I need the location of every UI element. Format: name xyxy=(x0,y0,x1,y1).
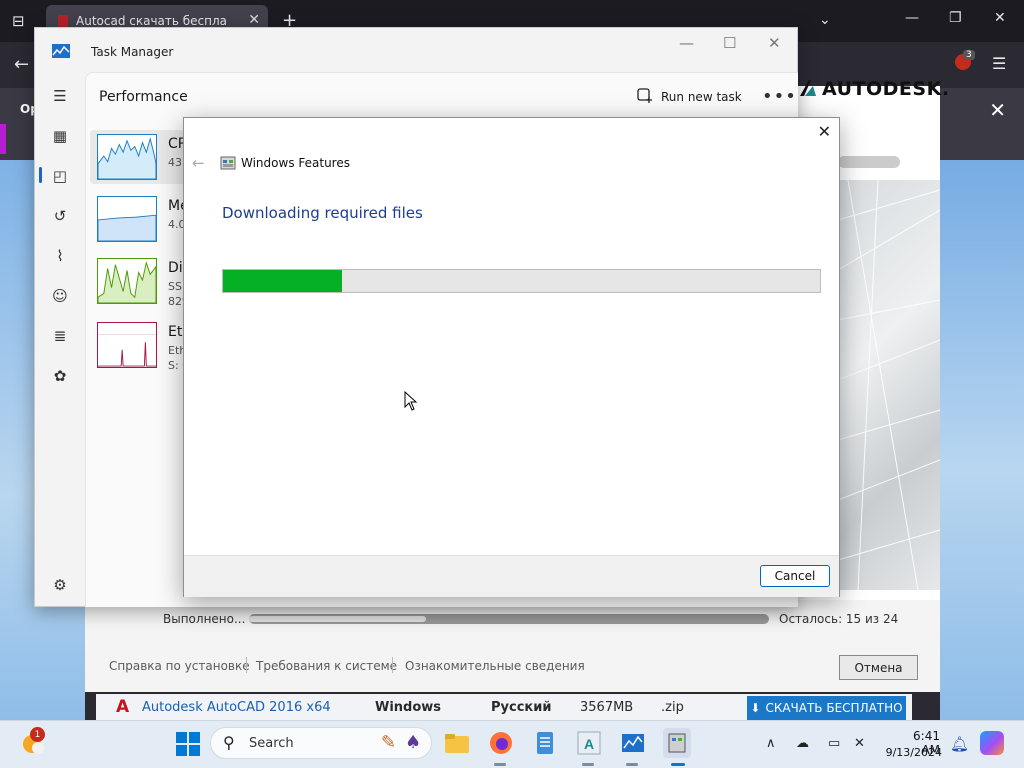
windows-features-taskbar-icon[interactable] xyxy=(663,728,691,758)
autodesk-logo-icon xyxy=(800,80,816,96)
abstract-wireframe-image xyxy=(837,179,941,591)
download-product-link[interactable]: Autodesk AutoCAD 2016 x64 xyxy=(142,700,331,715)
autocad-installer-icon[interactable]: A xyxy=(575,728,603,758)
start-button-icon[interactable] xyxy=(174,728,202,758)
back-arrow-icon[interactable]: ← xyxy=(192,154,205,172)
windows-features-dialog: ✕ ← Windows Features Downloading require… xyxy=(183,117,840,597)
nav-active-indicator xyxy=(39,167,42,183)
dialog-close-icon[interactable]: ✕ xyxy=(818,122,831,141)
windows-features-icon xyxy=(220,156,236,170)
download-format: .zip xyxy=(661,700,684,715)
hamburger-icon[interactable]: ☰ xyxy=(49,85,71,107)
tm-minimize-icon[interactable]: — xyxy=(679,34,694,52)
performance-icon[interactable]: ◰ xyxy=(49,165,71,187)
installer-progress-bar xyxy=(249,614,769,624)
download-free-button[interactable]: ⬇ СКАЧАТЬ БЕСПЛАТНО xyxy=(747,696,906,720)
firefox-icon[interactable] xyxy=(487,728,515,758)
search-highlight-hat-icon: ♠ xyxy=(405,732,422,753)
download-size: 3567MB xyxy=(580,700,634,715)
task-manager-active-indicator xyxy=(626,763,638,766)
browser-minimize-icon[interactable]: — xyxy=(905,10,919,26)
services-icon[interactable]: ✿ xyxy=(49,365,71,387)
browser-close-icon[interactable]: ✕ xyxy=(994,10,1006,26)
mouse-cursor-icon xyxy=(404,391,418,411)
task-manager-nav: ☰ ▦ ◰ ↺ ⌇ ☺ ≣ ✿ ⚙ xyxy=(35,72,85,608)
installer-artwork xyxy=(837,179,941,591)
search-placeholder: Search xyxy=(249,736,294,751)
cancel-button[interactable]: Cancel xyxy=(760,565,830,587)
weather-badge: 1 xyxy=(30,727,45,742)
tab-close-icon[interactable]: ✕ xyxy=(248,12,260,28)
startup-apps-icon[interactable]: ⌇ xyxy=(49,245,71,267)
clock-date[interactable]: 9/13/2024 xyxy=(884,746,942,759)
cpu-graph xyxy=(97,134,157,180)
copilot-icon[interactable] xyxy=(980,731,1004,755)
ethernet-graph xyxy=(97,322,157,368)
autodesk-brand: AUTODESK. xyxy=(822,78,950,100)
more-options-icon[interactable]: ••• xyxy=(762,86,797,107)
autodesk-a-icon: A xyxy=(116,697,130,717)
search-icon: ⚲ xyxy=(223,733,235,752)
dialog-footer xyxy=(184,555,839,597)
installer-remaining-label: Осталось: 15 из 24 xyxy=(779,612,899,626)
cpu-usage: 43 xyxy=(168,156,182,169)
tab-title: Autocad скачать бесплатно р xyxy=(76,14,226,28)
memory-graph xyxy=(97,196,157,242)
hamburger-menu-icon[interactable]: ☰ xyxy=(992,54,1006,73)
task-manager-title: Task Manager xyxy=(91,45,174,59)
run-new-task-icon xyxy=(637,88,652,103)
tray-overflow-icon[interactable]: ∧ xyxy=(766,736,776,751)
firefox-active-indicator xyxy=(494,763,506,766)
task-manager-app-icon xyxy=(52,44,70,58)
download-status-text: Downloading required files xyxy=(222,204,423,222)
disk-graph xyxy=(97,258,157,304)
install-help-link[interactable]: Справка по установке xyxy=(109,659,250,673)
settings-gear-icon[interactable]: ⚙ xyxy=(49,574,71,596)
download-progress-fill xyxy=(223,270,343,292)
task-manager-titlebar[interactable]: Task Manager — ☐ ✕ xyxy=(35,28,797,72)
browser-restore-icon[interactable]: ❐ xyxy=(949,10,962,26)
tab-list-icon[interactable]: ⊟ xyxy=(12,12,25,30)
svg-text:A: A xyxy=(584,736,594,752)
installer-top-progress xyxy=(838,156,900,168)
link-separator xyxy=(392,657,393,673)
installer-status-label: Выполнено... xyxy=(163,612,246,626)
notification-bell-icon[interactable]: 🔔︎ xyxy=(950,735,969,753)
download-button-label: СКАЧАТЬ БЕСПЛАТНО xyxy=(765,701,903,715)
app-history-icon[interactable]: ↺ xyxy=(49,205,71,227)
page-title: Performance xyxy=(99,89,188,105)
windows-features-active-indicator xyxy=(671,763,685,766)
network-icon[interactable]: ▭ xyxy=(828,736,840,751)
download-os: Windows xyxy=(375,700,442,715)
task-manager-taskbar-icon[interactable] xyxy=(619,728,647,758)
tm-maximize-icon[interactable]: ☐ xyxy=(723,34,736,52)
tm-close-icon[interactable]: ✕ xyxy=(768,34,781,52)
installer-cancel-button[interactable]: Отмена xyxy=(839,655,918,680)
banner-accent-stripe xyxy=(0,124,6,154)
taskbar-search-box[interactable] xyxy=(210,727,432,759)
details-icon[interactable]: ≣ xyxy=(49,325,71,347)
file-explorer-icon[interactable] xyxy=(443,728,471,758)
extension-badge: 3 xyxy=(963,50,975,60)
desktop-background-right xyxy=(940,160,1024,720)
download-progress-bar xyxy=(222,269,821,293)
run-new-task-button[interactable]: Run new task xyxy=(661,90,742,104)
installer-progress-fill xyxy=(249,616,426,622)
dialog-title: Windows Features xyxy=(241,156,350,170)
users-icon[interactable]: ☺ xyxy=(49,285,71,307)
download-icon: ⬇ xyxy=(750,701,761,715)
search-highlight-icon: ✎ xyxy=(381,732,397,753)
processes-icon[interactable]: ▦ xyxy=(49,125,71,147)
list-all-tabs-icon[interactable]: ⌄ xyxy=(819,12,831,28)
link-separator xyxy=(246,657,247,673)
banner-close-icon[interactable]: ✕ xyxy=(989,98,1006,122)
readme-link[interactable]: Ознакомительные сведения xyxy=(405,659,585,673)
system-requirements-link[interactable]: Требования к системе xyxy=(256,659,397,673)
back-arrow-icon[interactable]: ← xyxy=(14,54,29,75)
onedrive-offline-icon[interactable]: ☁ xyxy=(796,736,809,751)
volume-muted-icon[interactable]: ✕ xyxy=(854,736,865,751)
download-language: Русский xyxy=(491,700,552,715)
autocad-active-indicator xyxy=(582,763,594,766)
notepad-icon[interactable] xyxy=(531,728,559,758)
